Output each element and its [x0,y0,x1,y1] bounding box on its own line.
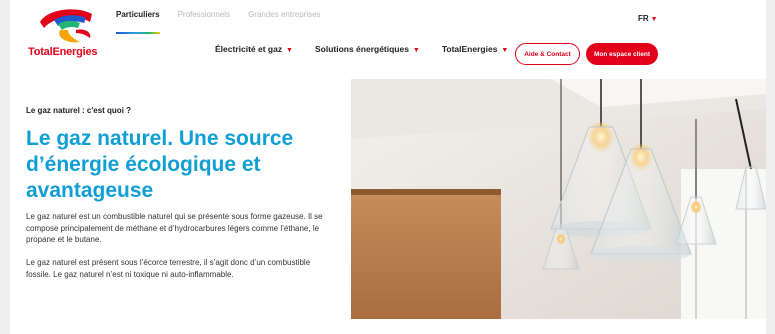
page-title: Le gaz naturel. Une source d’énergie éco… [26,127,294,202]
mon-espace-client-button[interactable]: Mon espace client [586,43,658,65]
nav-solutions-energetiques[interactable]: Solutions énergétiques ▼ [315,44,420,54]
logo-wordmark: TotalEnergies [28,46,98,58]
tab-professionnels[interactable]: Professionnels [178,10,230,19]
breadcrumb: Le gaz naturel : c'est quoi ? [26,106,132,115]
intro-paragraph: Le gaz naturel est un combustible nature… [26,212,323,244]
language-selector[interactable]: FR ▼ [638,14,658,23]
main-nav: Électricité et gaz ▼ Solutions énergétiq… [215,44,530,54]
language-label: FR [638,14,649,23]
site-header: TotalEnergies Particuliers Professionnel… [10,0,766,78]
tab-particuliers[interactable]: Particuliers [116,10,160,19]
hero-image-lamps [351,79,766,319]
aide-contact-button[interactable]: Aide & Contact [515,43,580,65]
nav-label: TotalEnergies [441,44,498,54]
active-tab-indicator [116,32,160,34]
page: TotalEnergies Particuliers Professionnel… [10,0,766,334]
chevron-down-icon: ▼ [650,16,658,23]
intro-paragraph: Le gaz naturel est présent sous l’écorce… [26,258,311,279]
segment-tabs: Particuliers Professionnels Grandes entr… [116,10,321,19]
tab-grandes-entreprises[interactable]: Grandes entreprises [248,10,320,19]
chevron-down-icon: ▼ [284,47,293,54]
nav-label: Solutions énergétiques [314,44,409,54]
nav-electricite-gaz[interactable]: Électricité et gaz ▼ [215,44,293,54]
chevron-down-icon: ▼ [499,47,509,54]
nav-totalenergies[interactable]: TotalEnergies ▼ [442,44,508,54]
logo-mark-icon [40,9,92,43]
totalenergies-logo[interactable]: TotalEnergies [24,6,114,58]
nav-label: Électricité et gaz [215,44,283,54]
chevron-down-icon: ▼ [410,47,420,54]
